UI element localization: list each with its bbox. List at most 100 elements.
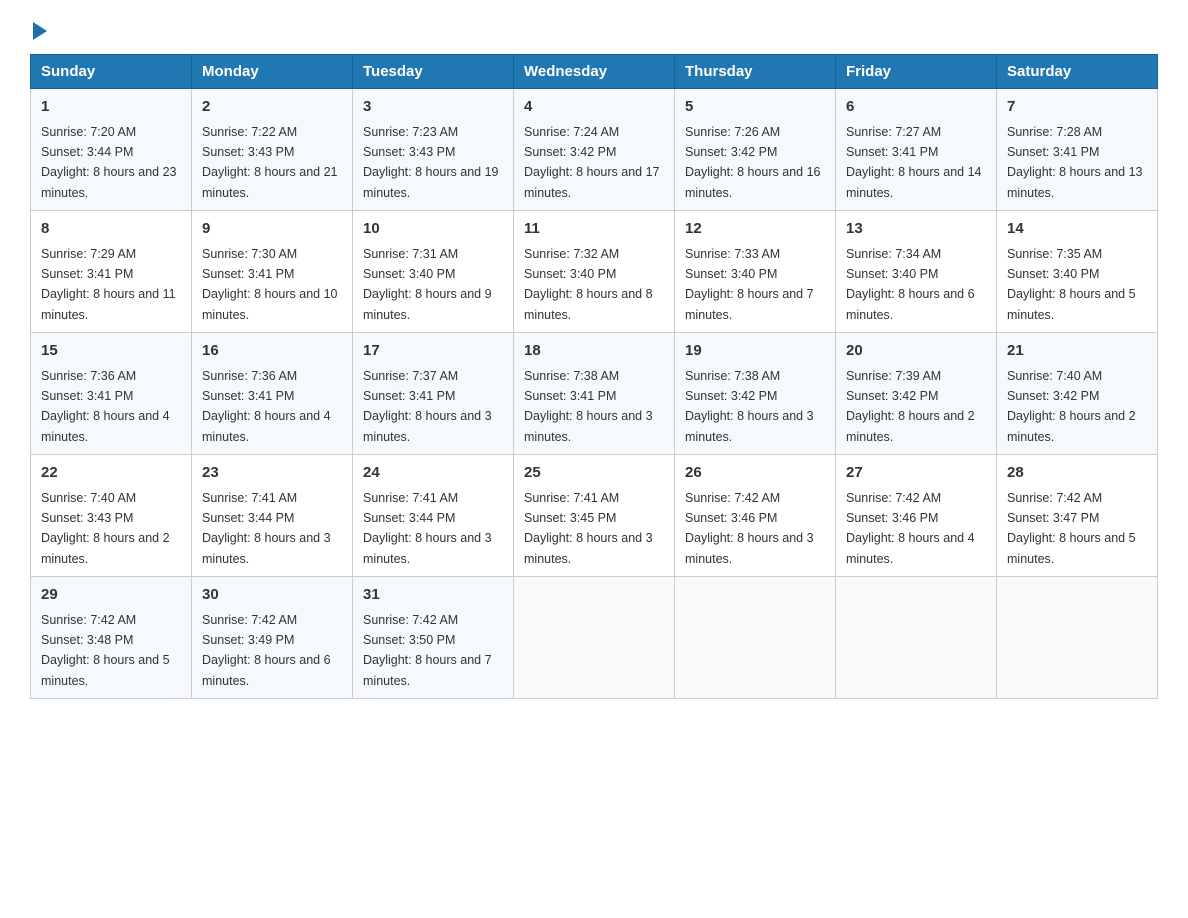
- calendar-cell: 8 Sunrise: 7:29 AMSunset: 3:41 PMDayligh…: [31, 211, 192, 333]
- calendar-cell: 19 Sunrise: 7:38 AMSunset: 3:42 PMDaylig…: [675, 333, 836, 455]
- calendar-cell: 9 Sunrise: 7:30 AMSunset: 3:41 PMDayligh…: [192, 211, 353, 333]
- day-info: Sunrise: 7:41 AMSunset: 3:45 PMDaylight:…: [524, 491, 653, 566]
- calendar-cell: 2 Sunrise: 7:22 AMSunset: 3:43 PMDayligh…: [192, 89, 353, 211]
- calendar-cell: 28 Sunrise: 7:42 AMSunset: 3:47 PMDaylig…: [997, 455, 1158, 577]
- calendar-cell: 29 Sunrise: 7:42 AMSunset: 3:48 PMDaylig…: [31, 577, 192, 699]
- day-number: 7: [1007, 96, 1147, 119]
- day-number: 23: [202, 462, 342, 485]
- day-info: Sunrise: 7:40 AMSunset: 3:42 PMDaylight:…: [1007, 369, 1136, 444]
- day-number: 21: [1007, 340, 1147, 363]
- day-number: 26: [685, 462, 825, 485]
- day-info: Sunrise: 7:42 AMSunset: 3:48 PMDaylight:…: [41, 613, 170, 688]
- day-info: Sunrise: 7:32 AMSunset: 3:40 PMDaylight:…: [524, 247, 653, 322]
- day-info: Sunrise: 7:42 AMSunset: 3:46 PMDaylight:…: [846, 491, 975, 566]
- calendar-cell: 25 Sunrise: 7:41 AMSunset: 3:45 PMDaylig…: [514, 455, 675, 577]
- day-info: Sunrise: 7:42 AMSunset: 3:49 PMDaylight:…: [202, 613, 331, 688]
- calendar-cell: 17 Sunrise: 7:37 AMSunset: 3:41 PMDaylig…: [353, 333, 514, 455]
- day-info: Sunrise: 7:26 AMSunset: 3:42 PMDaylight:…: [685, 125, 821, 200]
- day-info: Sunrise: 7:42 AMSunset: 3:46 PMDaylight:…: [685, 491, 814, 566]
- calendar-cell: 23 Sunrise: 7:41 AMSunset: 3:44 PMDaylig…: [192, 455, 353, 577]
- day-number: 4: [524, 96, 664, 119]
- week-row-4: 22 Sunrise: 7:40 AMSunset: 3:43 PMDaylig…: [31, 455, 1158, 577]
- day-info: Sunrise: 7:35 AMSunset: 3:40 PMDaylight:…: [1007, 247, 1136, 322]
- calendar-cell: 3 Sunrise: 7:23 AMSunset: 3:43 PMDayligh…: [353, 89, 514, 211]
- day-info: Sunrise: 7:20 AMSunset: 3:44 PMDaylight:…: [41, 125, 177, 200]
- day-info: Sunrise: 7:27 AMSunset: 3:41 PMDaylight:…: [846, 125, 982, 200]
- day-info: Sunrise: 7:23 AMSunset: 3:43 PMDaylight:…: [363, 125, 499, 200]
- calendar-cell: 31 Sunrise: 7:42 AMSunset: 3:50 PMDaylig…: [353, 577, 514, 699]
- calendar-cell: 15 Sunrise: 7:36 AMSunset: 3:41 PMDaylig…: [31, 333, 192, 455]
- calendar-cell: 12 Sunrise: 7:33 AMSunset: 3:40 PMDaylig…: [675, 211, 836, 333]
- weekday-header-thursday: Thursday: [675, 55, 836, 89]
- week-row-3: 15 Sunrise: 7:36 AMSunset: 3:41 PMDaylig…: [31, 333, 1158, 455]
- weekday-header-friday: Friday: [836, 55, 997, 89]
- calendar-cell: 21 Sunrise: 7:40 AMSunset: 3:42 PMDaylig…: [997, 333, 1158, 455]
- calendar-cell: 30 Sunrise: 7:42 AMSunset: 3:49 PMDaylig…: [192, 577, 353, 699]
- day-number: 2: [202, 96, 342, 119]
- day-number: 17: [363, 340, 503, 363]
- day-number: 22: [41, 462, 181, 485]
- day-info: Sunrise: 7:30 AMSunset: 3:41 PMDaylight:…: [202, 247, 338, 322]
- day-number: 6: [846, 96, 986, 119]
- weekday-header-sunday: Sunday: [31, 55, 192, 89]
- day-number: 16: [202, 340, 342, 363]
- weekday-header-monday: Monday: [192, 55, 353, 89]
- day-number: 19: [685, 340, 825, 363]
- day-number: 13: [846, 218, 986, 241]
- day-number: 27: [846, 462, 986, 485]
- calendar-cell: [836, 577, 997, 699]
- calendar-cell: 5 Sunrise: 7:26 AMSunset: 3:42 PMDayligh…: [675, 89, 836, 211]
- day-info: Sunrise: 7:24 AMSunset: 3:42 PMDaylight:…: [524, 125, 660, 200]
- calendar-cell: 6 Sunrise: 7:27 AMSunset: 3:41 PMDayligh…: [836, 89, 997, 211]
- day-info: Sunrise: 7:40 AMSunset: 3:43 PMDaylight:…: [41, 491, 170, 566]
- calendar-table: SundayMondayTuesdayWednesdayThursdayFrid…: [30, 54, 1158, 699]
- day-number: 31: [363, 584, 503, 607]
- day-info: Sunrise: 7:41 AMSunset: 3:44 PMDaylight:…: [202, 491, 331, 566]
- weekday-header-wednesday: Wednesday: [514, 55, 675, 89]
- day-info: Sunrise: 7:42 AMSunset: 3:50 PMDaylight:…: [363, 613, 492, 688]
- calendar-cell: 14 Sunrise: 7:35 AMSunset: 3:40 PMDaylig…: [997, 211, 1158, 333]
- day-number: 29: [41, 584, 181, 607]
- calendar-cell: 16 Sunrise: 7:36 AMSunset: 3:41 PMDaylig…: [192, 333, 353, 455]
- logo: [30, 20, 47, 36]
- day-number: 11: [524, 218, 664, 241]
- calendar-cell: 7 Sunrise: 7:28 AMSunset: 3:41 PMDayligh…: [997, 89, 1158, 211]
- day-number: 9: [202, 218, 342, 241]
- day-info: Sunrise: 7:39 AMSunset: 3:42 PMDaylight:…: [846, 369, 975, 444]
- day-info: Sunrise: 7:38 AMSunset: 3:41 PMDaylight:…: [524, 369, 653, 444]
- page-header: [30, 20, 1158, 36]
- day-info: Sunrise: 7:36 AMSunset: 3:41 PMDaylight:…: [202, 369, 331, 444]
- day-info: Sunrise: 7:31 AMSunset: 3:40 PMDaylight:…: [363, 247, 492, 322]
- calendar-cell: 13 Sunrise: 7:34 AMSunset: 3:40 PMDaylig…: [836, 211, 997, 333]
- week-row-2: 8 Sunrise: 7:29 AMSunset: 3:41 PMDayligh…: [31, 211, 1158, 333]
- day-number: 12: [685, 218, 825, 241]
- calendar-cell: 18 Sunrise: 7:38 AMSunset: 3:41 PMDaylig…: [514, 333, 675, 455]
- calendar-cell: 1 Sunrise: 7:20 AMSunset: 3:44 PMDayligh…: [31, 89, 192, 211]
- day-info: Sunrise: 7:28 AMSunset: 3:41 PMDaylight:…: [1007, 125, 1143, 200]
- day-number: 1: [41, 96, 181, 119]
- day-info: Sunrise: 7:42 AMSunset: 3:47 PMDaylight:…: [1007, 491, 1136, 566]
- day-number: 30: [202, 584, 342, 607]
- weekday-header-row: SundayMondayTuesdayWednesdayThursdayFrid…: [31, 55, 1158, 89]
- calendar-cell: [514, 577, 675, 699]
- calendar-cell: 10 Sunrise: 7:31 AMSunset: 3:40 PMDaylig…: [353, 211, 514, 333]
- calendar-cell: 11 Sunrise: 7:32 AMSunset: 3:40 PMDaylig…: [514, 211, 675, 333]
- day-info: Sunrise: 7:37 AMSunset: 3:41 PMDaylight:…: [363, 369, 492, 444]
- day-number: 10: [363, 218, 503, 241]
- day-info: Sunrise: 7:41 AMSunset: 3:44 PMDaylight:…: [363, 491, 492, 566]
- day-number: 3: [363, 96, 503, 119]
- calendar-cell: 4 Sunrise: 7:24 AMSunset: 3:42 PMDayligh…: [514, 89, 675, 211]
- calendar-cell: [997, 577, 1158, 699]
- weekday-header-tuesday: Tuesday: [353, 55, 514, 89]
- weekday-header-saturday: Saturday: [997, 55, 1158, 89]
- day-info: Sunrise: 7:33 AMSunset: 3:40 PMDaylight:…: [685, 247, 814, 322]
- calendar-cell: 20 Sunrise: 7:39 AMSunset: 3:42 PMDaylig…: [836, 333, 997, 455]
- day-number: 25: [524, 462, 664, 485]
- calendar-cell: 27 Sunrise: 7:42 AMSunset: 3:46 PMDaylig…: [836, 455, 997, 577]
- day-number: 28: [1007, 462, 1147, 485]
- logo-arrow-icon: [33, 22, 47, 40]
- day-number: 5: [685, 96, 825, 119]
- day-info: Sunrise: 7:22 AMSunset: 3:43 PMDaylight:…: [202, 125, 338, 200]
- day-info: Sunrise: 7:34 AMSunset: 3:40 PMDaylight:…: [846, 247, 975, 322]
- day-number: 20: [846, 340, 986, 363]
